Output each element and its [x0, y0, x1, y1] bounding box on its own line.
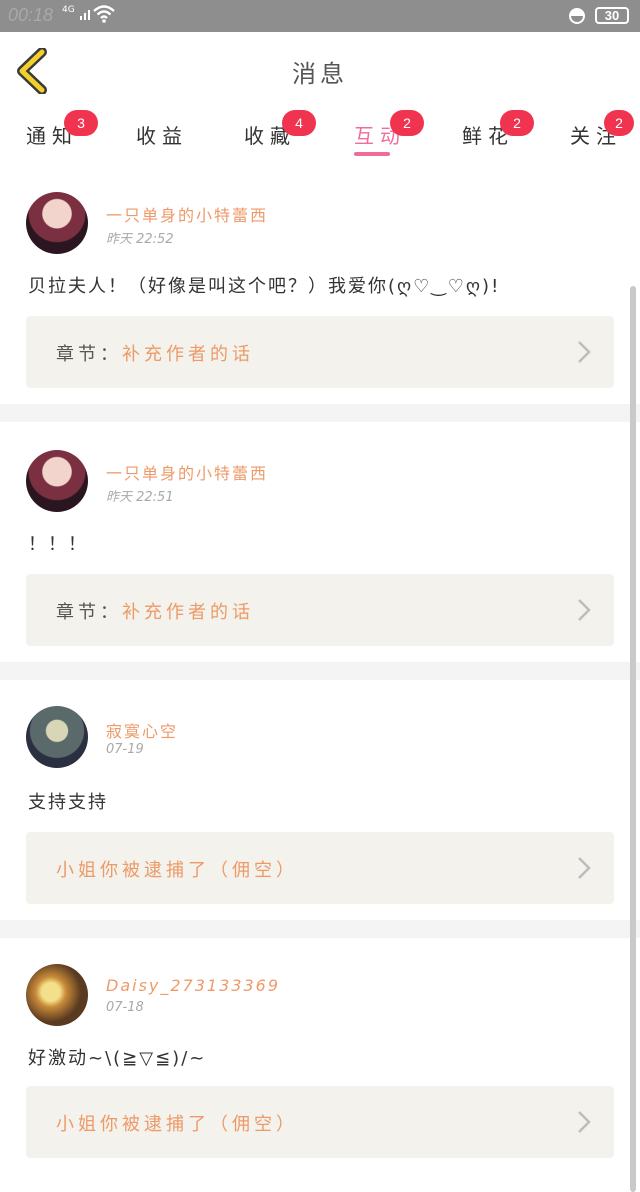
chevron-right-icon	[578, 857, 591, 879]
unread-badge: 2	[390, 110, 424, 136]
user-name[interactable]: 寂寞心空	[106, 718, 178, 742]
chapter-name: 小姐你被逮捕了（佣空）	[56, 860, 298, 881]
active-tab-indicator	[354, 152, 390, 156]
unread-badge: 3	[64, 110, 98, 136]
divider	[0, 404, 640, 422]
network-type: 4G	[62, 5, 75, 15]
avatar[interactable]	[26, 450, 88, 512]
message-time: 07-19	[106, 742, 144, 757]
signal-icon: 4G	[62, 5, 93, 21]
tab-flowers[interactable]: 鲜花 2	[462, 110, 534, 160]
message-content: 好激动~\(≧▽≦)/~	[28, 1048, 207, 1069]
avatar[interactable]	[26, 964, 88, 1026]
divider	[0, 662, 640, 680]
chapter-name: 小姐你被逮捕了（佣空）	[56, 1114, 298, 1135]
unread-badge: 2	[500, 110, 534, 136]
scrollbar[interactable]	[630, 286, 636, 1192]
tab-label: 收益	[136, 124, 188, 148]
app-header: 消息	[0, 32, 640, 110]
message-time: 07-18	[106, 1000, 144, 1015]
message-card: Daisy_273133369 07-18 好激动~\(≧▽≦)/~ 小姐你被逮…	[0, 938, 640, 1192]
alarm-icon	[568, 7, 586, 29]
chapter-link[interactable]: 章节： 补充作者的话	[26, 574, 614, 646]
chapter-name: 补充作者的话	[122, 602, 254, 623]
avatar[interactable]	[26, 706, 88, 768]
user-name[interactable]: 一只单身的小特蕾西	[106, 202, 268, 226]
chapter-link[interactable]: 小姐你被逮捕了（佣空）	[26, 1086, 614, 1158]
battery-icon: 30	[595, 7, 629, 24]
unread-badge: 4	[282, 110, 316, 136]
message-content: 支持支持	[28, 792, 108, 813]
chevron-right-icon	[578, 599, 591, 621]
message-card: 一只单身的小特蕾西 昨天 22:51 ！！！ 章节： 补充作者的话	[0, 422, 640, 662]
message-card: 一只单身的小特蕾西 昨天 22:52 贝拉夫人！（好像是叫这个吧？）我爱你(ღ♡…	[0, 164, 640, 404]
message-card: 寂寞心空 07-19 支持支持 小姐你被逮捕了（佣空）	[0, 680, 640, 920]
tab-earnings[interactable]: 收益	[136, 120, 188, 160]
avatar[interactable]	[26, 192, 88, 254]
chapter-prefix: 章节：	[56, 344, 122, 365]
tab-bar: 通知 3 收益 收藏 4 互动 2 鲜花 2 关注 2	[0, 108, 640, 164]
unread-badge: 2	[604, 110, 634, 136]
message-time: 昨天 22:52	[106, 232, 174, 247]
tab-favorites[interactable]: 收藏 4	[244, 110, 316, 160]
tab-notifications[interactable]: 通知 3	[26, 110, 98, 160]
chapter-name: 补充作者的话	[122, 344, 254, 365]
tab-interactions[interactable]: 互动 2	[354, 110, 424, 160]
status-bar: 00:18 4G 30	[0, 0, 640, 32]
tab-following[interactable]: 关注 2	[570, 110, 634, 160]
chapter-link[interactable]: 小姐你被逮捕了（佣空）	[26, 832, 614, 904]
message-time: 昨天 22:51	[106, 490, 174, 505]
message-content: ！！！	[28, 534, 88, 555]
page-title: 消息	[292, 60, 348, 88]
chapter-prefix: 章节：	[56, 602, 122, 623]
chevron-right-icon	[578, 1111, 591, 1133]
chevron-right-icon	[578, 341, 591, 363]
wifi-icon	[92, 4, 116, 28]
message-content: 贝拉夫人！（好像是叫这个吧？）我爱你(ღ♡‿♡ღ)!	[28, 276, 501, 297]
divider	[0, 920, 640, 938]
status-time: 00:18	[8, 5, 54, 25]
user-name[interactable]: 一只单身的小特蕾西	[106, 460, 268, 484]
chapter-link[interactable]: 章节： 补充作者的话	[26, 316, 614, 388]
user-name[interactable]: Daisy_273133369	[106, 976, 280, 995]
